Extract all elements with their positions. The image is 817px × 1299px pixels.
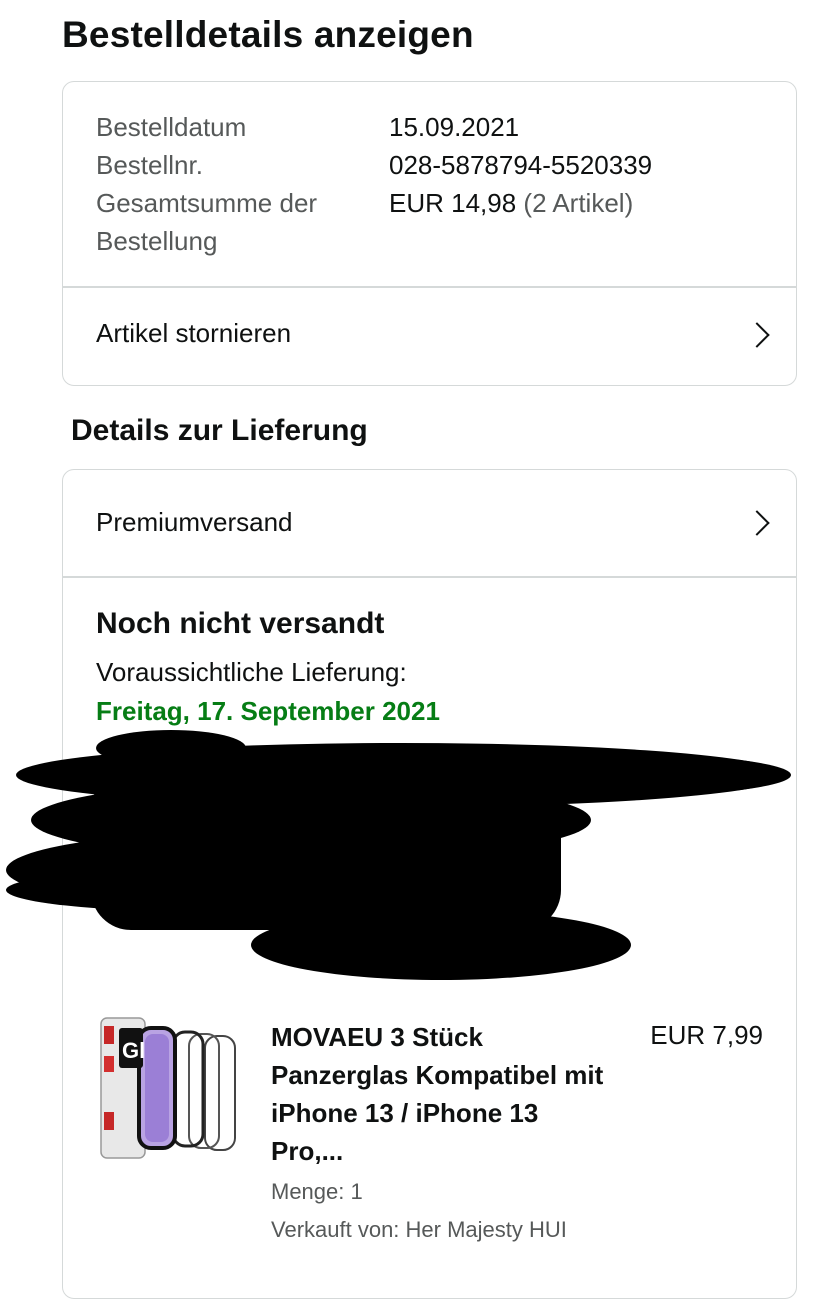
chevron-right-icon <box>744 322 770 348</box>
product-quantity: Menge: 1 <box>271 1179 363 1204</box>
product-title-link[interactable]: MOVAEU 3 Stück Panzerglas Kompatibel mit… <box>271 1018 611 1170</box>
order-total-value: EUR 14,98 (2 Artikel) <box>389 188 633 219</box>
redaction-scribble <box>6 730 791 980</box>
order-number-label: Bestellnr. <box>96 150 203 180</box>
product-seller: Verkauft von: Her Majesty HUI <box>271 1217 567 1242</box>
order-date-label: Bestelldatum <box>96 112 247 142</box>
order-summary-card: Bestelldatum 15.09.2021 Bestellnr. 028-5… <box>62 81 797 386</box>
svg-text:Gl: Gl <box>122 1038 145 1063</box>
order-date-value: 15.09.2021 <box>389 112 520 142</box>
product-thumbnail[interactable]: Gl <box>99 1016 239 1162</box>
delivery-divider <box>63 576 796 578</box>
delivery-section-title: Details zur Lieferung <box>71 414 368 447</box>
estimated-delivery-label: Voraussichtliche Lieferung: <box>96 657 407 687</box>
chevron-right-icon <box>744 510 770 536</box>
cancel-items-row[interactable]: Artikel stornieren <box>63 288 796 385</box>
order-total-amount: EUR 14,98 <box>389 188 517 218</box>
shipping-method-row[interactable]: Premiumversand <box>63 470 796 576</box>
order-number-value: 028-5878794-5520339 <box>389 150 653 180</box>
page-title: Bestelldetails anzeigen <box>62 14 474 55</box>
order-total-label-line1: Gesamtsumme der <box>96 188 318 218</box>
shipment-status: Noch nicht versandt <box>96 607 385 640</box>
order-total-label-line2: Bestellung <box>96 226 218 256</box>
order-item-count: (2 Artikel) <box>523 188 634 218</box>
delivery-card: Premiumversand Noch nicht versandt Vorau… <box>6 469 797 1299</box>
product-price: EUR 7,99 <box>650 1020 763 1050</box>
cancel-items-label: Artikel stornieren <box>96 318 292 348</box>
shipping-method-label: Premiumversand <box>96 507 293 537</box>
estimated-delivery-date: Freitag, 17. September 2021 <box>96 696 440 726</box>
